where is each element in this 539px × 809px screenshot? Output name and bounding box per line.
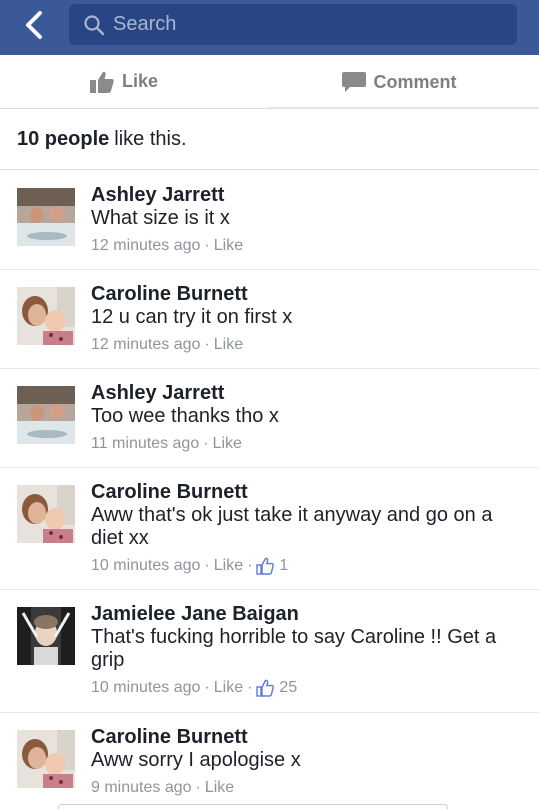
comment-like-link[interactable]: Like xyxy=(213,433,242,455)
post-action-bar: Like Comment xyxy=(0,55,539,109)
likes-count: 10 people xyxy=(17,128,110,150)
comment-item: Caroline Burnett Aww that's ok just take… xyxy=(0,468,539,590)
comment-text: That's fucking horrible to say Caroline … xyxy=(91,626,497,671)
avatar[interactable] xyxy=(17,485,75,543)
comment-timestamp: 11 minutes ago xyxy=(91,435,200,452)
comment-list: Ashley Jarrett What size is it x 12 minu… xyxy=(0,171,539,809)
comment-item: Caroline Burnett 12 u can try it on firs… xyxy=(0,270,539,369)
avatar[interactable] xyxy=(17,730,75,788)
comment-item: Ashley Jarrett What size is it x 12 minu… xyxy=(0,171,539,270)
like-button-label: Like xyxy=(122,71,159,91)
comment-text: Aww sorry I apologise x xyxy=(91,749,301,771)
comment-text: Too wee thanks tho x xyxy=(91,405,279,427)
comment-like-link[interactable]: Like xyxy=(205,777,234,799)
comment-timestamp: 10 minutes ago xyxy=(91,679,201,696)
comment-author[interactable]: Jamielee Jane Baigan xyxy=(91,602,519,626)
comment-timestamp: 10 minutes ago xyxy=(91,557,201,574)
comment-text: What size is it x xyxy=(91,207,230,229)
search-input[interactable] xyxy=(113,13,473,36)
comment-author[interactable]: Caroline Burnett xyxy=(91,282,519,306)
comment-author[interactable]: Caroline Burnett xyxy=(91,480,519,504)
comment-text: Aww that's ok just take it anyway and go… xyxy=(91,504,493,549)
likes-summary[interactable]: 10 people like this. xyxy=(0,110,539,170)
avatar[interactable] xyxy=(17,386,75,444)
avatar[interactable] xyxy=(17,607,75,665)
comment-like-link[interactable]: Like xyxy=(214,334,243,356)
comment-timestamp: 9 minutes ago xyxy=(91,779,192,796)
thumbs-up-outline-icon xyxy=(256,557,275,575)
comment-item: Caroline Burnett Aww sorry I apologise x… xyxy=(0,713,539,809)
like-button[interactable]: Like xyxy=(0,55,268,108)
speech-bubble-icon xyxy=(341,72,366,92)
write-comment-field[interactable] xyxy=(58,804,448,809)
comment-item: Ashley Jarrett Too wee thanks tho x 11 m… xyxy=(0,369,539,468)
meta-separator: · xyxy=(195,779,201,796)
meta-separator: · xyxy=(204,237,210,254)
comment-like-link[interactable]: Like xyxy=(214,555,243,577)
comment-like-link[interactable]: Like xyxy=(214,235,243,257)
comment-like-link[interactable]: Like xyxy=(214,677,243,699)
comment-timestamp: 12 minutes ago xyxy=(91,336,201,353)
comment-text: 12 u can try it on first x xyxy=(91,306,293,328)
comment-item: Jamielee Jane Baigan That's fucking horr… xyxy=(0,590,539,713)
comment-author[interactable]: Ashley Jarrett xyxy=(91,381,519,405)
search-icon xyxy=(83,14,105,36)
meta-separator: · xyxy=(203,435,209,452)
meta-separator: · xyxy=(204,679,210,696)
comment-timestamp: 12 minutes ago xyxy=(91,237,201,254)
comment-author[interactable]: Ashley Jarrett xyxy=(91,183,519,207)
reaction-count[interactable]: 25 xyxy=(256,677,297,699)
comment-button-label: Comment xyxy=(373,71,457,92)
thumbs-up-icon xyxy=(90,71,114,93)
meta-separator: · xyxy=(247,679,253,696)
meta-separator: · xyxy=(204,557,210,574)
back-arrow-icon[interactable] xyxy=(18,8,52,42)
top-nav-bar xyxy=(0,0,539,55)
reaction-count-value: 1 xyxy=(279,557,289,574)
meta-separator: · xyxy=(204,336,210,353)
thumbs-up-outline-icon xyxy=(256,679,275,697)
comment-author[interactable]: Caroline Burnett xyxy=(91,725,519,749)
meta-separator: · xyxy=(247,557,253,574)
search-bar[interactable] xyxy=(69,4,517,45)
avatar[interactable] xyxy=(17,287,75,345)
likes-suffix: like this. xyxy=(114,128,187,150)
reaction-count[interactable]: 1 xyxy=(256,555,288,577)
avatar[interactable] xyxy=(17,188,75,246)
comment-button[interactable]: Comment xyxy=(267,55,539,108)
reaction-count-value: 25 xyxy=(279,679,298,696)
